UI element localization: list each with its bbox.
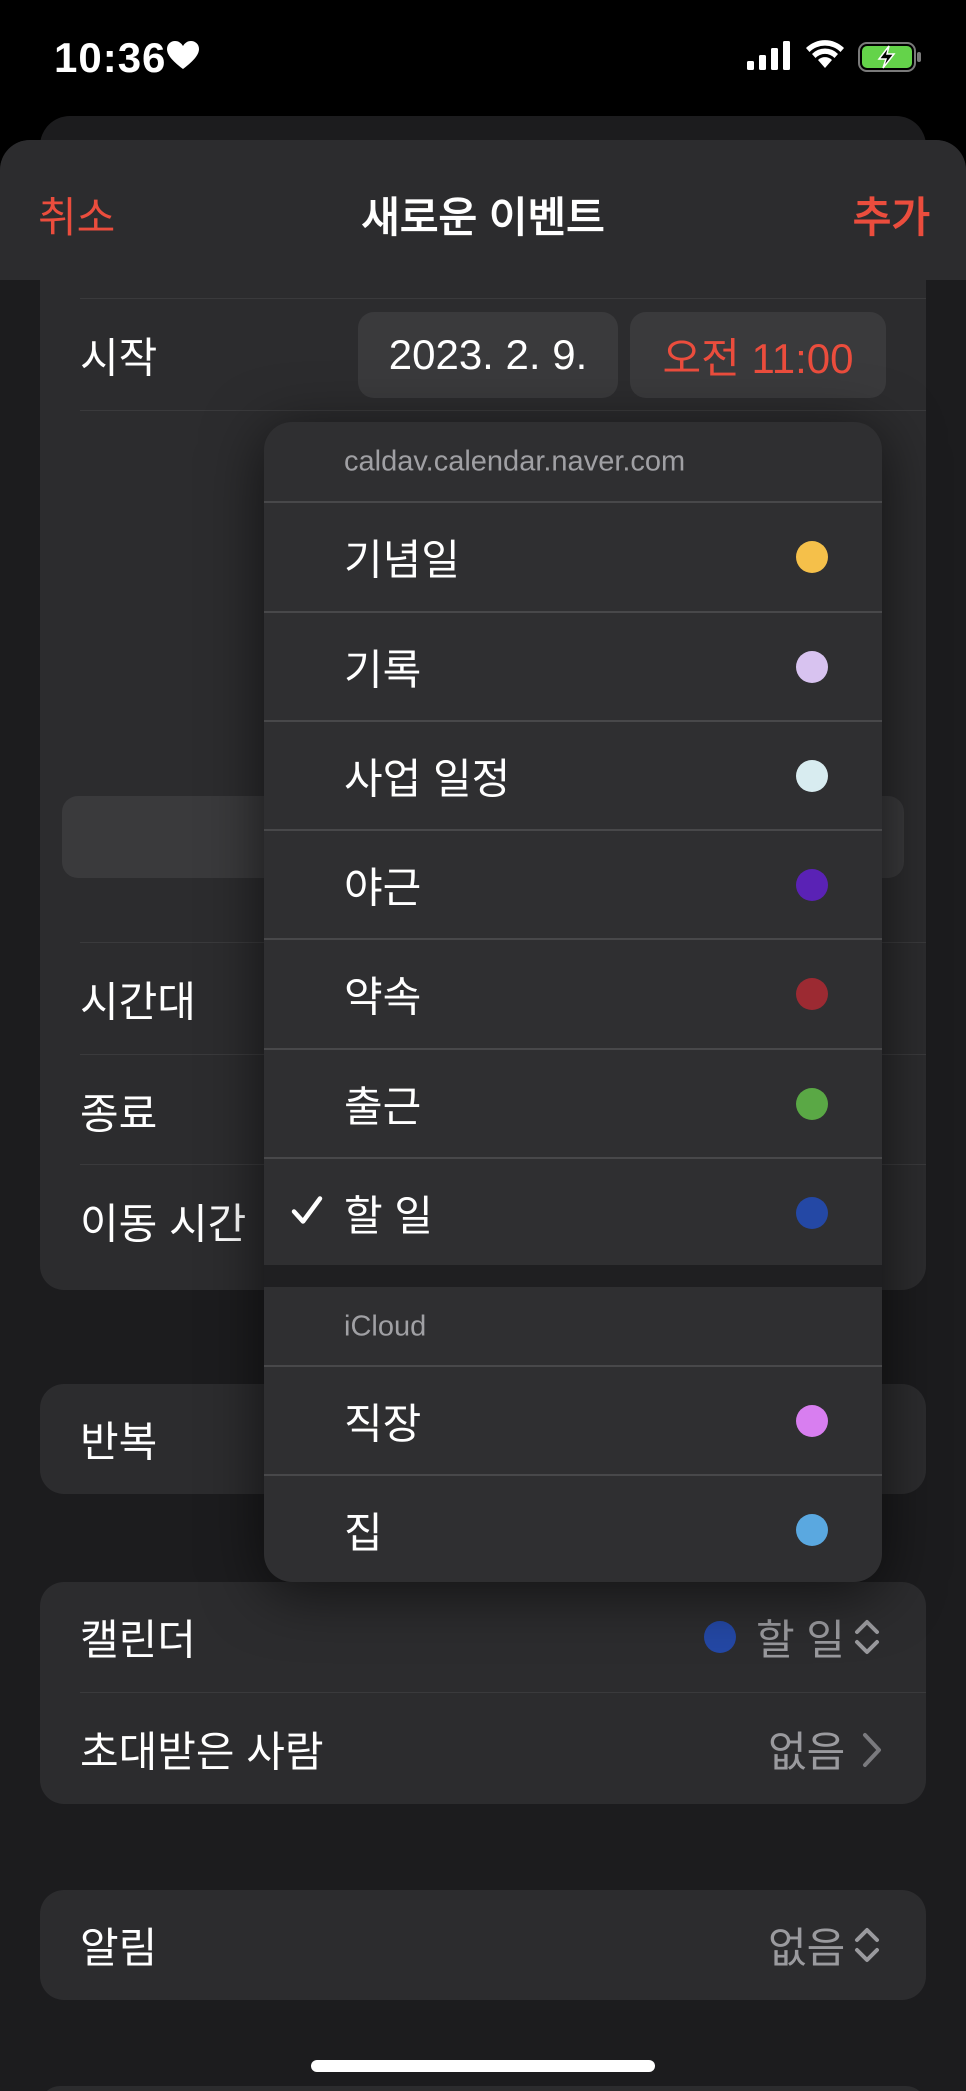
calendar-option-label: 할 일 xyxy=(344,1192,433,1240)
calendar-option[interactable]: 야근 xyxy=(264,831,882,939)
start-label: 시작 xyxy=(80,334,158,382)
calendar-option-label: 야근 xyxy=(344,864,422,912)
calendar-color-dot xyxy=(796,651,828,683)
calendar-color-dot xyxy=(796,541,828,573)
battery-charging-icon xyxy=(858,42,922,77)
section-header-icloud: iCloud xyxy=(264,1287,882,1367)
calendar-color-dot xyxy=(796,869,828,901)
repeat-label: 반복 xyxy=(80,1418,158,1466)
calendar-option-selected[interactable]: 할 일 xyxy=(264,1159,882,1267)
calendar-card: 캘린더 할 일 초대받은 사람 없음 xyxy=(40,1582,926,1804)
alert-label: 알림 xyxy=(80,1924,158,1972)
section-header-text: caldav.calendar.naver.com xyxy=(344,445,686,478)
calendar-picker-menu: caldav.calendar.naver.com 기념일 기록 사업 일정 야… xyxy=(264,422,882,1582)
calendar-value: 할 일 xyxy=(756,1616,845,1664)
section-header-naver: caldav.calendar.naver.com xyxy=(264,422,882,502)
start-time-text: 오전 11:00 xyxy=(662,334,854,382)
calendar-label: 캘린더 xyxy=(80,1616,196,1664)
section-header-text: iCloud xyxy=(344,1310,427,1343)
calendar-color-dot xyxy=(796,1088,828,1120)
calendar-option[interactable]: 기록 xyxy=(264,613,882,721)
divider xyxy=(80,410,926,411)
status-bar: 10:36 xyxy=(0,0,966,120)
alert-value: 없음 xyxy=(768,1924,846,1972)
heart-icon xyxy=(166,40,200,75)
calendar-option[interactable]: 약속 xyxy=(264,940,882,1048)
chevron-right-icon xyxy=(860,1730,884,1775)
nav-header: 취소 새로운 이벤트 추가 xyxy=(0,140,966,280)
calendar-option-label: 사업 일정 xyxy=(344,755,511,803)
status-time: 10:36 xyxy=(54,34,167,81)
calendar-row[interactable]: 캘린더 할 일 xyxy=(40,1582,926,1692)
checkmark-icon xyxy=(290,1194,324,1233)
calendar-option-label: 집 xyxy=(344,1509,383,1557)
divider xyxy=(80,1692,926,1693)
cellular-signal-icon xyxy=(747,40,791,75)
wifi-icon xyxy=(804,38,846,75)
chevron-up-down-icon xyxy=(852,1616,882,1663)
calendar-color-dot xyxy=(704,1621,736,1653)
calendar-color-dot xyxy=(796,978,828,1010)
start-date-button[interactable]: 2023. 2. 9. xyxy=(358,312,618,398)
section-gap xyxy=(264,1265,882,1287)
calendar-color-dot xyxy=(796,760,828,792)
end-label: 종료 xyxy=(80,1090,158,1138)
add-button[interactable]: 추가 xyxy=(853,184,930,245)
next-card-edge xyxy=(40,2086,926,2091)
home-indicator[interactable] xyxy=(311,2060,655,2072)
calendar-option[interactable]: 집 xyxy=(264,1476,882,1582)
invitees-label: 초대받은 사람 xyxy=(80,1728,324,1776)
travel-time-label: 이동 시간 xyxy=(80,1200,247,1248)
calendar-option-label: 약속 xyxy=(344,973,422,1021)
calendar-option-label: 출근 xyxy=(344,1083,422,1131)
calendar-option[interactable]: 직장 xyxy=(264,1367,882,1475)
page-title: 새로운 이벤트 xyxy=(361,194,605,241)
start-date-text: 2023. 2. 9. xyxy=(388,331,588,378)
divider xyxy=(80,298,926,299)
alert-row[interactable]: 알림 없음 xyxy=(40,1890,926,2000)
alert-card[interactable]: 알림 없음 xyxy=(40,1890,926,2000)
calendar-color-dot xyxy=(796,1405,828,1437)
calendar-color-dot xyxy=(796,1514,828,1546)
calendar-option-label: 기념일 xyxy=(344,536,460,584)
calendar-option[interactable]: 사업 일정 xyxy=(264,722,882,830)
invitees-row[interactable]: 초대받은 사람 없음 xyxy=(40,1694,926,1804)
start-time-button[interactable]: 오전 11:00 xyxy=(630,312,886,398)
calendar-option-label: 직장 xyxy=(344,1400,422,1448)
calendar-option[interactable]: 기념일 xyxy=(264,503,882,611)
calendar-option-label: 기록 xyxy=(344,646,422,694)
invitees-value: 없음 xyxy=(768,1728,846,1776)
chevron-up-down-icon xyxy=(852,1924,882,1971)
calendar-option[interactable]: 출근 xyxy=(264,1050,882,1158)
calendar-color-dot xyxy=(796,1197,828,1229)
timezone-label: 시간대 xyxy=(80,978,196,1026)
